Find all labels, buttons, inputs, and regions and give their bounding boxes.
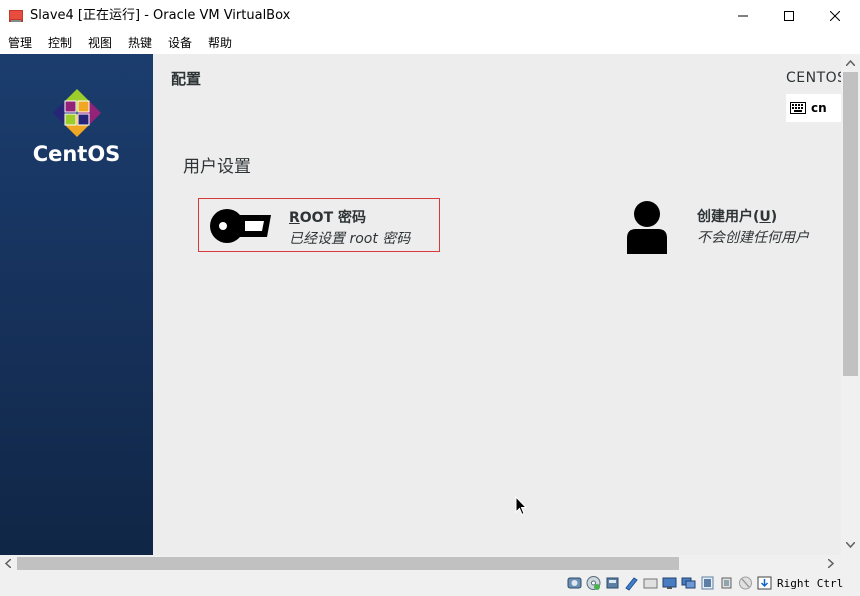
minimize-button[interactable]	[720, 0, 766, 32]
keyboard-layout-button[interactable]: cn	[786, 94, 842, 122]
window-title: Slave4 [正在运行] - Oracle VM VirtualBox	[30, 8, 291, 23]
virtualbox-app-icon[interactable]	[8, 8, 24, 24]
user-spoke-title-prefix: 创建用户(	[697, 209, 760, 225]
section-title-user-settings: 用户设置	[183, 157, 251, 177]
user-spoke-status: 不会创建任何用户	[697, 230, 809, 246]
vertical-scroll-thumb[interactable]	[843, 72, 858, 376]
root-spoke-title-rest: OOT 密码	[299, 210, 367, 226]
mouse-cursor-icon	[515, 496, 527, 516]
installer-sidebar: CentOS	[0, 54, 153, 555]
scroll-right-arrow-icon[interactable]	[828, 559, 834, 568]
keyboard-capture-icon[interactable]	[757, 575, 772, 591]
create-user-spoke[interactable]: 创建用户(U) 不会创建任何用户	[620, 198, 850, 258]
menu-hotkey[interactable]: 热键	[128, 36, 152, 50]
scroll-up-arrow-icon[interactable]	[846, 60, 855, 66]
root-spoke-status: 已经设置 root 密码	[289, 231, 411, 247]
menu-view[interactable]: 视图	[88, 36, 112, 50]
user-spoke-title-suffix: )	[770, 209, 778, 225]
network-icon[interactable]	[624, 575, 639, 591]
menu-control[interactable]: 控制	[48, 36, 72, 50]
keyboard-icon	[790, 102, 806, 114]
audio-icon[interactable]	[605, 575, 620, 591]
root-password-spoke[interactable]: ROOT 密码 已经设置 root 密码	[198, 198, 440, 252]
scroll-left-arrow-icon[interactable]	[5, 559, 11, 568]
status-bar: Right Ctrl	[0, 572, 860, 596]
shared-folder-icon[interactable]	[662, 575, 677, 591]
vm-display[interactable]: CentOS 配置 CENTOS cn 用户设置 ROOT 密码 已经设置 ro…	[0, 54, 860, 555]
horizontal-scrollbar[interactable]	[0, 555, 860, 572]
status-icons	[567, 575, 772, 591]
user-icon	[627, 201, 667, 254]
menu-help[interactable]: 帮助	[208, 36, 232, 50]
maximize-icon	[784, 11, 794, 21]
root-spoke-title: ROOT 密码	[289, 207, 366, 227]
centos-logo-text: CentOS	[32, 142, 121, 166]
menu-bar: 管理 控制 视图 热键 设备 帮助	[0, 32, 860, 54]
hard-disk-icon[interactable]	[567, 575, 582, 591]
user-spoke-title: 创建用户(U)	[697, 206, 777, 226]
optical-drive-icon[interactable]	[586, 575, 601, 591]
display-icon[interactable]	[681, 575, 696, 591]
user-spoke-mnemonic: U	[759, 209, 771, 225]
distro-label: CENTOS	[786, 70, 847, 86]
usb-icon[interactable]	[643, 575, 658, 591]
page-title: 配置	[171, 70, 202, 88]
menu-manage[interactable]: 管理	[8, 36, 32, 50]
mouse-integration-icon[interactable]	[738, 575, 753, 591]
minimize-icon	[738, 15, 748, 17]
maximize-button[interactable]	[766, 0, 812, 32]
vertical-scrollbar[interactable]	[841, 54, 860, 555]
centos-logo-icon	[52, 88, 102, 138]
video-capture-icon[interactable]	[700, 575, 715, 591]
key-icon	[210, 209, 271, 243]
close-button[interactable]	[812, 0, 858, 32]
host-key-label: Right Ctrl	[777, 577, 844, 590]
keyboard-layout-label: cn	[811, 101, 827, 115]
root-spoke-mnemonic: R	[289, 210, 300, 226]
menu-devices[interactable]: 设备	[168, 36, 192, 50]
close-icon	[830, 11, 840, 21]
horizontal-scroll-thumb[interactable]	[17, 557, 679, 570]
scroll-down-arrow-icon[interactable]	[846, 542, 855, 548]
cpu-icon[interactable]	[719, 575, 734, 591]
title-bar: Slave4 [正在运行] - Oracle VM VirtualBox	[0, 0, 860, 32]
